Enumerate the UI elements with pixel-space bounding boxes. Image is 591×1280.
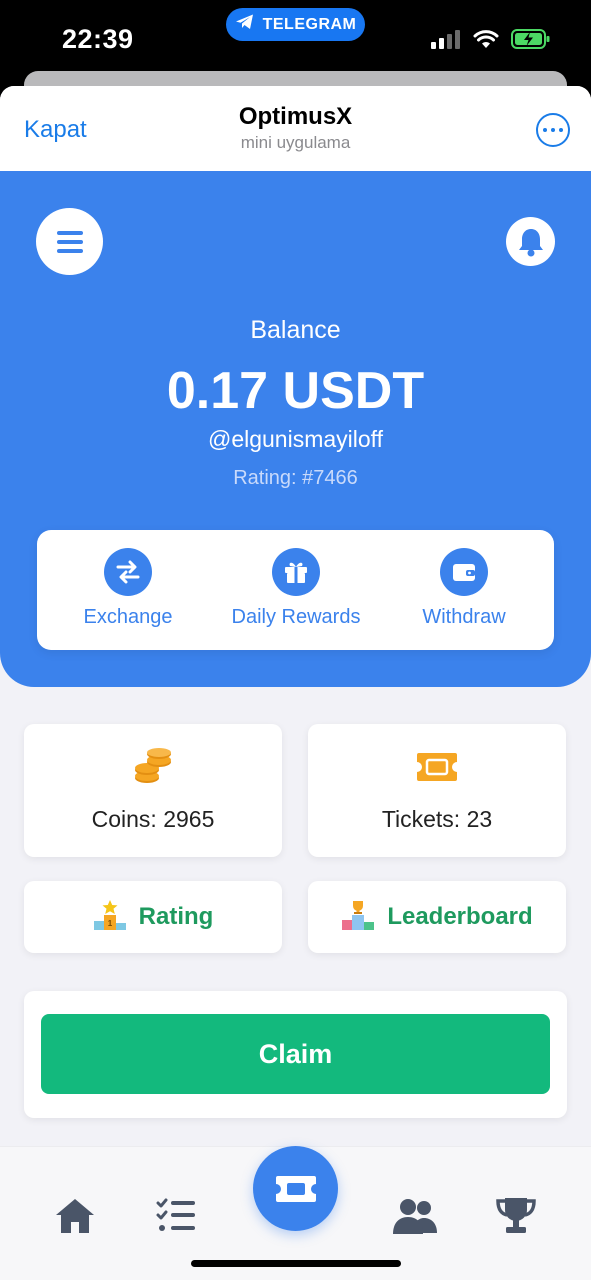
bell-icon[interactable] — [506, 217, 555, 266]
status-time: 22:39 — [62, 24, 134, 54]
svg-text:1: 1 — [107, 919, 112, 928]
leaderboard-button[interactable]: Leaderboard — [308, 881, 566, 953]
ticket-tab-icon — [275, 1175, 316, 1202]
claim-button[interactable]: Claim — [41, 1014, 550, 1094]
friends-icon[interactable] — [390, 1191, 440, 1241]
daily-rewards-label: Daily Rewards — [231, 606, 361, 628]
coins-card: Coins: 2965 — [24, 724, 282, 857]
claim-card: Claim — [24, 991, 567, 1118]
daily-rewards-button[interactable]: Daily Rewards — [211, 548, 381, 629]
ticket-icon — [308, 748, 566, 786]
rating-button[interactable]: 1 Rating — [24, 881, 282, 953]
app-subtitle: mini uygulama — [240, 133, 351, 152]
withdraw-button[interactable]: Withdraw — [379, 548, 549, 629]
home-indicator — [191, 1260, 401, 1267]
trophy-icon[interactable] — [491, 1191, 541, 1241]
status-icons — [431, 28, 551, 55]
podium-star-icon: 1 — [93, 899, 127, 936]
telegram-pill: TELEGRAM — [226, 8, 365, 41]
wallet-icon — [440, 548, 488, 596]
mini-app-sheet: Kapat OptimusX mini uygulama Balance 0.1… — [0, 86, 591, 1280]
balance-label: Balance — [250, 316, 341, 344]
status-bar: 22:39 TELEGRAM — [0, 0, 591, 72]
balance-hero: Balance 0.17 USDT @elgunismayiloff Ratin… — [0, 171, 591, 687]
tasks-list-icon[interactable] — [151, 1191, 201, 1241]
withdraw-label: Withdraw — [422, 606, 506, 628]
username: @elgunismayiloff — [207, 426, 384, 452]
tickets-card: Tickets: 23 — [308, 724, 566, 857]
tickets-count: Tickets: 23 — [381, 806, 493, 832]
quick-actions-card: Exchange Daily Rewards Withdraw — [37, 530, 554, 650]
more-dots-icon[interactable] — [536, 113, 570, 147]
rating-link-label: Rating — [138, 903, 214, 930]
exchange-label: Exchange — [83, 606, 173, 628]
mini-app-header: Kapat OptimusX mini uygulama — [0, 86, 591, 171]
leaderboard-link-label: Leaderboard — [387, 903, 533, 930]
coins-icon — [24, 748, 282, 786]
balance-value: 0.17 USDT — [166, 362, 425, 420]
coins-count: Coins: 2965 — [91, 806, 215, 832]
telegram-pill-label: TELEGRAM — [262, 15, 357, 33]
exchange-arrows-icon — [104, 548, 152, 596]
signal-icon — [431, 29, 461, 54]
ticket-tab-button[interactable] — [253, 1146, 338, 1231]
app-title: OptimusX — [238, 103, 353, 130]
home-icon[interactable] — [50, 1191, 100, 1241]
gift-icon — [272, 548, 320, 596]
wifi-icon — [473, 29, 499, 54]
title-block: OptimusX mini uygulama — [0, 103, 591, 153]
exchange-button[interactable]: Exchange — [43, 548, 213, 629]
rating-rank: Rating: #7466 — [233, 467, 358, 489]
telegram-plane-icon — [235, 13, 255, 36]
hamburger-menu-icon[interactable] — [36, 208, 103, 275]
battery-charging-icon — [511, 28, 551, 55]
podium-trophy-icon — [341, 899, 375, 936]
